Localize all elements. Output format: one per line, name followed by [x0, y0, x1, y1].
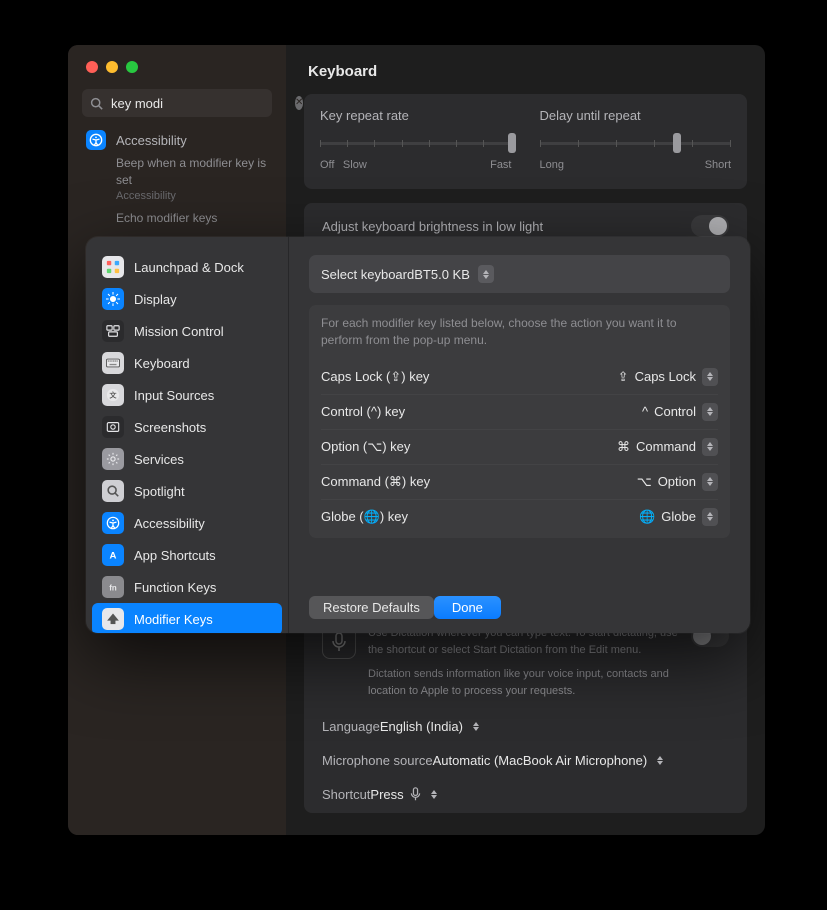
- accessibility-icon: [102, 512, 124, 534]
- modifier-key-label: Option (⌥) key: [321, 439, 410, 455]
- chevron-up-down-icon: [702, 403, 718, 421]
- svg-text:文: 文: [110, 391, 118, 400]
- shortcut-row[interactable]: Shortcut Press: [320, 777, 731, 811]
- chevron-up-down-icon: [427, 786, 441, 802]
- services-icon: [102, 448, 124, 470]
- category-item-label: Input Sources: [134, 388, 214, 403]
- key-repeat-rate-label: Key repeat rate: [320, 108, 512, 123]
- chevron-up-down-icon: [469, 718, 483, 734]
- category-item-label: Keyboard: [134, 356, 190, 371]
- screenshots-icon: [102, 416, 124, 438]
- svg-text:fn: fn: [109, 584, 117, 593]
- display-icon: [102, 288, 124, 310]
- modifier-key-label: Caps Lock (⇪) key: [321, 369, 429, 385]
- svg-text:A: A: [110, 551, 117, 562]
- modifier-keys-description: For each modifier key listed below, choo…: [321, 315, 718, 350]
- category-item-services[interactable]: Services: [92, 443, 282, 475]
- launchpad-dock-icon: [102, 256, 124, 278]
- minimize-window-button[interactable]: [106, 61, 118, 73]
- zoom-window-button[interactable]: [126, 61, 138, 73]
- modifier-key-value: ^Control: [642, 403, 718, 421]
- sidebar-item-accessibility[interactable]: Accessibility: [82, 127, 272, 153]
- category-item-accessibility[interactable]: Accessibility: [92, 507, 282, 539]
- sidebar-item-label: Accessibility: [116, 133, 187, 148]
- chevron-up-down-icon: [702, 473, 718, 491]
- category-item-function-keys[interactable]: fn Function Keys: [92, 571, 282, 603]
- modifier-row-control[interactable]: Control (^) key ^Control: [321, 394, 718, 429]
- microphone-icon: [410, 787, 421, 801]
- category-item-app-shortcuts[interactable]: A App Shortcuts: [92, 539, 282, 571]
- brightness-label: Adjust keyboard brightness in low light: [322, 219, 543, 234]
- done-button[interactable]: Done: [434, 596, 501, 619]
- modifier-row-globe[interactable]: Globe (🌐) key 🌐Globe: [321, 499, 718, 534]
- delay-until-repeat-slider[interactable]: [540, 133, 732, 153]
- modifier-key-value: ⇪Caps Lock: [618, 368, 718, 386]
- modifier-keys-icon: [102, 608, 124, 630]
- select-keyboard-dropdown[interactable]: Select keyboard BT5.0 KB: [309, 255, 730, 293]
- modifier-key-label: Control (^) key: [321, 404, 405, 419]
- modifier-key-value: ⌘Command: [617, 438, 718, 456]
- search-icon: [90, 97, 103, 110]
- category-item-display[interactable]: Display: [92, 283, 282, 315]
- category-item-modifier-keys[interactable]: Modifier Keys: [92, 603, 282, 633]
- modifier-row-command[interactable]: Option (⌥) key ⌘Command: [321, 429, 718, 464]
- dictation-description: Use Dictation wherever you can type text…: [368, 625, 681, 699]
- modifier-key-label: Command (⌘) key: [321, 474, 430, 490]
- delay-until-repeat-label: Delay until repeat: [540, 108, 732, 123]
- category-item-label: App Shortcuts: [134, 548, 216, 563]
- spotlight-icon: [102, 480, 124, 502]
- search-input[interactable]: [109, 95, 289, 112]
- window-controls: [68, 45, 286, 73]
- category-item-input-sources[interactable]: 文 Input Sources: [92, 379, 282, 411]
- category-item-label: Modifier Keys: [134, 612, 213, 627]
- page-title: Keyboard: [308, 63, 747, 80]
- chevron-up-down-icon: [653, 752, 667, 768]
- mission-control-icon: [102, 320, 124, 342]
- modifier-key-label: Globe (🌐) key: [321, 509, 408, 525]
- modifier-key-value: 🌐Globe: [639, 508, 718, 526]
- category-item-launchpad-dock[interactable]: Launchpad & Dock: [92, 251, 282, 283]
- category-item-keyboard[interactable]: Keyboard: [92, 347, 282, 379]
- category-item-label: Launchpad & Dock: [134, 260, 244, 275]
- category-item-spotlight[interactable]: Spotlight: [92, 475, 282, 507]
- category-item-label: Services: [134, 452, 184, 467]
- category-item-label: Screenshots: [134, 420, 206, 435]
- category-item-screenshots[interactable]: Screenshots: [92, 411, 282, 443]
- modifier-keys-panel: Select keyboard BT5.0 KB For each modifi…: [288, 237, 750, 633]
- modifier-keys-group: For each modifier key listed below, choo…: [309, 305, 730, 538]
- shortcut-categories-sidebar: Launchpad & Dock Display Mission Control Ke…: [86, 237, 288, 633]
- modifier-row-option[interactable]: Command (⌘) key ⌥Option: [321, 464, 718, 499]
- category-item-label: Accessibility: [134, 516, 205, 531]
- input-sources-icon: 文: [102, 384, 124, 406]
- search-results: Accessibility Beep when a modifier key i…: [68, 127, 286, 233]
- restore-defaults-button[interactable]: Restore Defaults: [309, 596, 434, 619]
- modifier-key-value: ⌥Option: [637, 473, 718, 491]
- accessibility-icon: [86, 130, 106, 150]
- close-window-button[interactable]: [86, 61, 98, 73]
- microphone-source-row[interactable]: Microphone source Automatic (MacBook Air…: [320, 743, 731, 777]
- category-item-label: Display: [134, 292, 177, 307]
- category-item-label: Function Keys: [134, 580, 216, 595]
- function-keys-icon: fn: [102, 576, 124, 598]
- keyboard-icon: [102, 352, 124, 374]
- key-repeat-panel: Key repeat rate Off Slow Fast Delay: [304, 94, 747, 189]
- category-item-label: Spotlight: [134, 484, 185, 499]
- key-repeat-rate-slider[interactable]: [320, 133, 512, 153]
- brightness-toggle[interactable]: [691, 215, 729, 237]
- search-result-sub[interactable]: Beep when a modifier key is set Accessib…: [116, 153, 272, 210]
- modifier-row-caps-lock[interactable]: Caps Lock (⇪) key ⇪Caps Lock: [321, 360, 718, 394]
- search-field[interactable]: ✕: [82, 89, 272, 117]
- keyboard-shortcuts-sheet: Launchpad & Dock Display Mission Control Ke…: [86, 237, 750, 633]
- dictation-panel: Use Dictation wherever you can type text…: [304, 613, 747, 813]
- chevron-up-down-icon: [702, 438, 718, 456]
- chevron-up-down-icon: [702, 508, 718, 526]
- chevron-up-down-icon: [702, 368, 718, 386]
- category-item-mission-control[interactable]: Mission Control: [92, 315, 282, 347]
- chevron-up-down-icon: [478, 265, 494, 283]
- app-shortcuts-icon: A: [102, 544, 124, 566]
- search-result-sub[interactable]: Echo modifier keys: [116, 210, 272, 233]
- language-row[interactable]: Language English (India): [320, 709, 731, 743]
- category-item-label: Mission Control: [134, 324, 224, 339]
